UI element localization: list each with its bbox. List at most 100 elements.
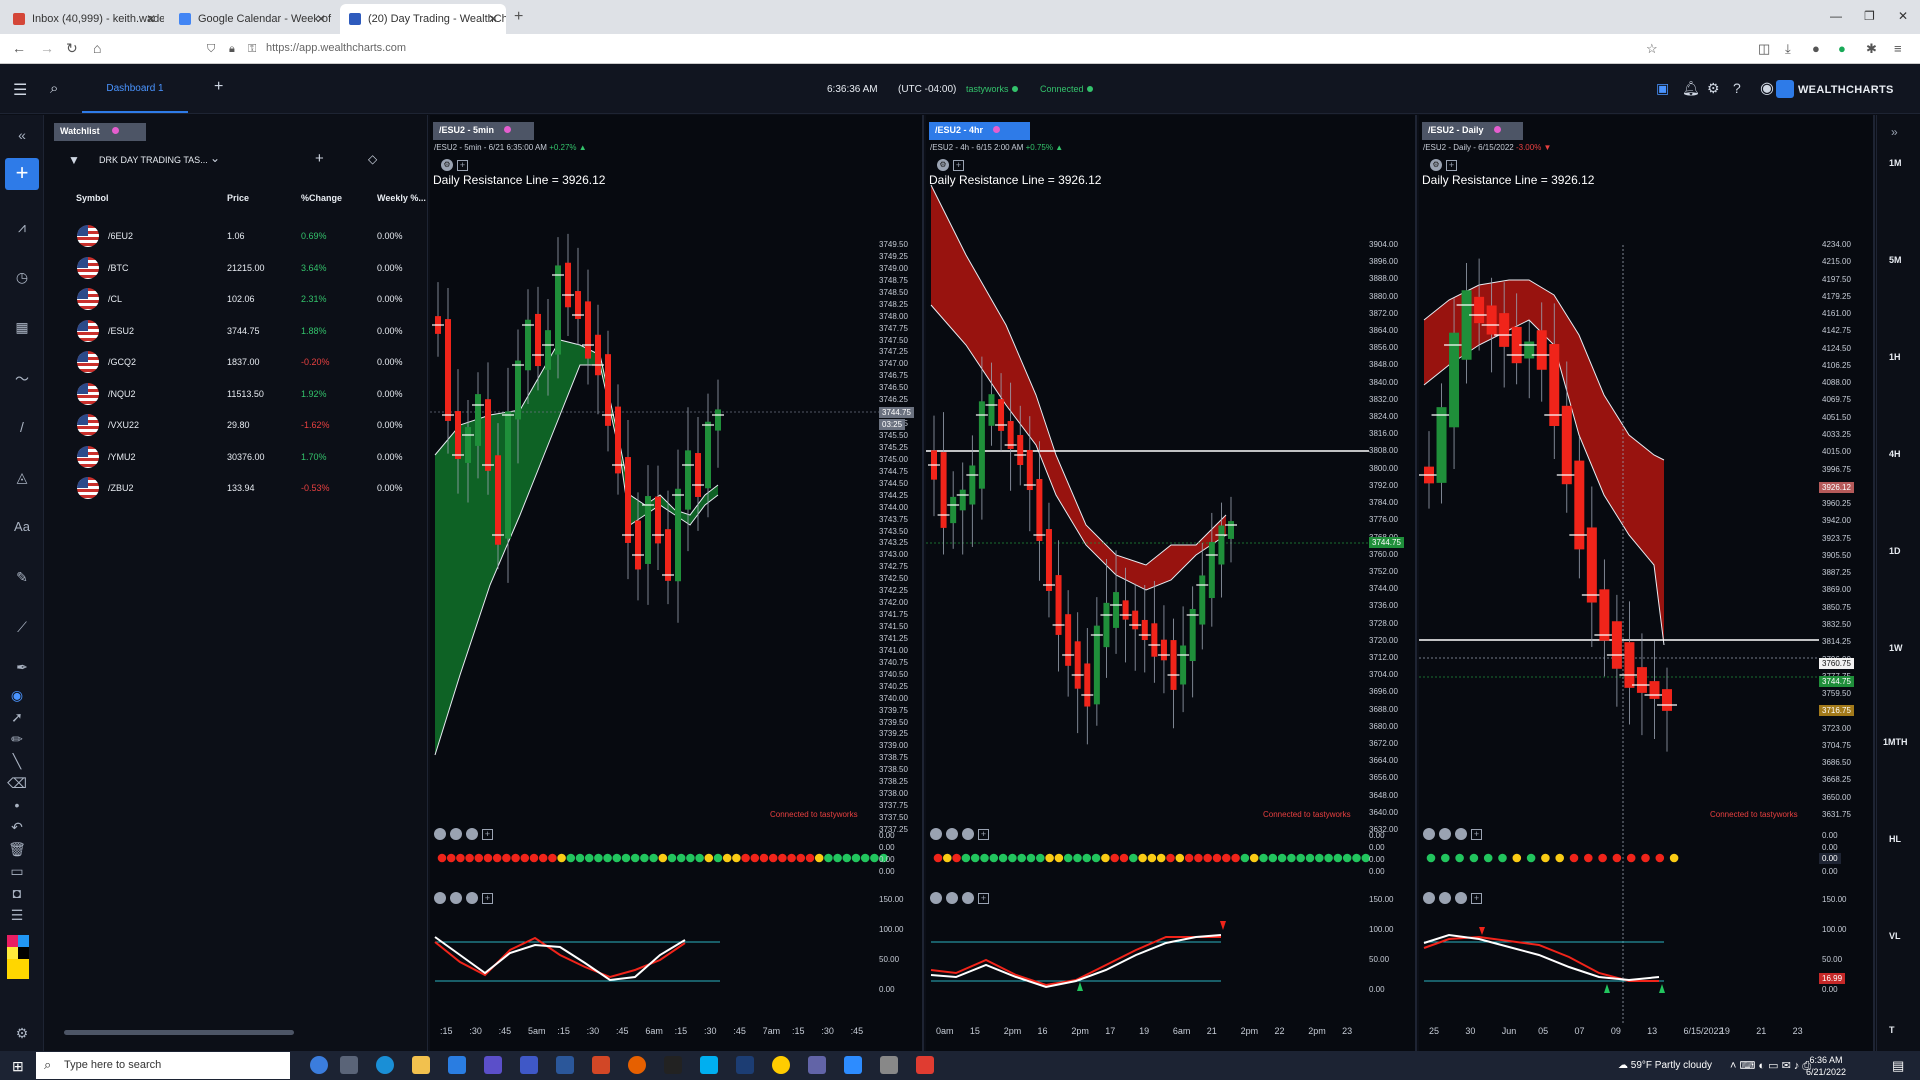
- reload-icon[interactable]: ↻: [66, 40, 78, 57]
- trash-icon[interactable]: 🗑︎: [6, 841, 28, 861]
- chart-canvas[interactable]: [1419, 115, 1875, 1051]
- add-indicator-icon[interactable]: +: [978, 829, 989, 840]
- watchlist-row[interactable]: /ESU2 3744.75 1.88% 0.00%: [44, 314, 428, 345]
- url-field[interactable]: https://app.wealthcharts.com: [266, 42, 406, 54]
- pocket-icon[interactable]: ◫: [1758, 41, 1770, 57]
- save-icon[interactable]: ▣: [1656, 80, 1669, 97]
- mail-icon[interactable]: [448, 1056, 466, 1074]
- close-icon[interactable]: ✕: [488, 12, 498, 26]
- add-button[interactable]: +: [5, 158, 39, 190]
- edge-icon[interactable]: [376, 1056, 394, 1074]
- watchlist-row[interactable]: /NQU2 11513.50 1.92% 0.00%: [44, 377, 428, 408]
- back-icon[interactable]: ←: [12, 40, 26, 56]
- extension-icon[interactable]: ✱: [1866, 41, 1877, 57]
- settings-icon[interactable]: [1423, 828, 1435, 840]
- toggle-hl[interactable]: HL: [1889, 834, 1901, 844]
- add-dashboard-button[interactable]: +: [214, 78, 223, 96]
- clock-icon[interactable]: ◷: [11, 269, 33, 289]
- shapes-icon[interactable]: ◬: [11, 469, 33, 489]
- app-icon[interactable]: [880, 1056, 898, 1074]
- chart-canvas[interactable]: [430, 115, 924, 1051]
- firefox-icon[interactable]: [628, 1056, 646, 1074]
- settings-icon[interactable]: [434, 828, 446, 840]
- toggle-t[interactable]: T: [1889, 1025, 1895, 1035]
- column-header-symbol[interactable]: Symbol: [76, 193, 109, 203]
- chrome-icon[interactable]: [772, 1056, 790, 1074]
- eraser-icon[interactable]: ⌫: [6, 775, 28, 795]
- timeframe-1m[interactable]: 1M: [1889, 158, 1902, 168]
- lock-icon[interactable]: 🔒︎: [229, 43, 235, 56]
- chart-panel-daily[interactable]: /ESU2 - Daily /ESU2 - Daily - 6/15/2022 …: [1419, 115, 1875, 1051]
- screen-icon[interactable]: ▭: [6, 863, 28, 883]
- app-icon[interactable]: [664, 1056, 682, 1074]
- app-icon[interactable]: [916, 1056, 934, 1074]
- visibility-icon[interactable]: [946, 892, 958, 904]
- download-icon[interactable]: ⤓: [1785, 41, 1791, 57]
- watchlist-row[interactable]: /GCQ2 1837.00 -0.20% 0.00%: [44, 345, 428, 376]
- teams-icon[interactable]: [520, 1056, 538, 1074]
- chart-type-icon[interactable]: ⩘: [11, 219, 33, 239]
- watchlist-selector[interactable]: DRK DAY TRADING TAS...: [99, 155, 208, 165]
- bell-icon[interactable]: 🔔︎: [1682, 80, 1700, 97]
- skype-icon[interactable]: [700, 1056, 718, 1074]
- undo-icon[interactable]: ↶: [6, 819, 28, 839]
- timezone[interactable]: (UTC -04:00): [898, 84, 956, 95]
- dot-icon[interactable]: •: [6, 797, 28, 817]
- window-close-icon[interactable]: ✕: [1898, 9, 1908, 23]
- powerpoint-icon[interactable]: [592, 1056, 610, 1074]
- expand-icon[interactable]: »: [1891, 125, 1898, 139]
- pencil-icon[interactable]: ✏: [6, 731, 28, 751]
- watchlist-row[interactable]: /CL 102.06 2.31% 0.00%: [44, 282, 428, 313]
- add-indicator-icon[interactable]: +: [482, 829, 493, 840]
- chevron-down-icon[interactable]: ⌄: [210, 151, 220, 165]
- line-icon[interactable]: ╲: [6, 753, 28, 773]
- close-icon[interactable]: [962, 828, 974, 840]
- text-tool-icon[interactable]: Aa: [11, 519, 33, 539]
- taskbar-search-input[interactable]: ⌕ Type here to search: [36, 1052, 290, 1079]
- watchlist-row[interactable]: /BTC 21215.00 3.64% 0.00%: [44, 251, 428, 282]
- timeframe-5m[interactable]: 5M: [1889, 255, 1902, 265]
- permissions-icon[interactable]: ⚿: [248, 43, 256, 56]
- visibility-icon[interactable]: [1439, 828, 1451, 840]
- weather-widget[interactable]: ☁ 59°F Partly cloudy: [1618, 1060, 1712, 1071]
- watchlist-row[interactable]: /VXU22 29.80 -1.62% 0.00%: [44, 408, 428, 439]
- watchlist-row[interactable]: /ZBU2 133.94 -0.53% 0.00%: [44, 471, 428, 502]
- horizontal-scrollbar[interactable]: [64, 1030, 294, 1035]
- teams-icon[interactable]: [808, 1056, 826, 1074]
- new-tab-button[interactable]: +: [514, 8, 523, 26]
- close-icon[interactable]: [1455, 892, 1467, 904]
- pointer-icon[interactable]: ➚: [6, 709, 28, 729]
- minimize-icon[interactable]: —: [1830, 9, 1842, 23]
- watchlist-row[interactable]: /YMU2 30376.00 1.70% 0.00%: [44, 440, 428, 471]
- browser-tab-wealthcharts[interactable]: (20) Day Trading - WealthCharts ✕: [340, 4, 506, 34]
- calendar-icon[interactable]: ▦: [11, 319, 33, 339]
- column-header-price[interactable]: Price: [227, 193, 249, 203]
- chart-canvas[interactable]: [926, 115, 1417, 1051]
- timeframe-4h[interactable]: 4H: [1889, 449, 1901, 459]
- watchlist-row[interactable]: /6EU2 1.06 0.69% 0.00%: [44, 219, 428, 250]
- collapse-icon[interactable]: «: [11, 127, 33, 147]
- trendline-icon[interactable]: /: [11, 419, 33, 439]
- bookmark-star-icon[interactable]: ☆: [1646, 41, 1658, 57]
- close-icon[interactable]: ✕: [146, 12, 156, 26]
- extension-icon[interactable]: ●: [1812, 41, 1820, 56]
- visibility-icon[interactable]: [450, 828, 462, 840]
- color-swatch[interactable]: [7, 959, 29, 979]
- timeframe-1mth[interactable]: 1MTH: [1883, 737, 1908, 747]
- indicator-icon[interactable]: 〜: [11, 369, 33, 389]
- close-icon[interactable]: [962, 892, 974, 904]
- add-indicator-icon[interactable]: +: [978, 893, 989, 904]
- tag-icon[interactable]: ◇: [368, 152, 377, 166]
- windows-start-icon[interactable]: ⊞: [12, 1058, 24, 1075]
- taskbar-clock[interactable]: 6:36 AM 6/21/2022: [1806, 1054, 1846, 1078]
- settings-icon[interactable]: [1423, 892, 1435, 904]
- grammarly-icon[interactable]: ●: [1838, 41, 1846, 56]
- close-icon[interactable]: [466, 892, 478, 904]
- brush-icon[interactable]: ✎: [11, 569, 33, 589]
- column-header-change[interactable]: %Change: [301, 193, 342, 203]
- word-icon[interactable]: [556, 1056, 574, 1074]
- system-tray[interactable]: ˄ ⌨ ◐ ▭ ✉ ♪ ⎙: [1730, 1059, 1811, 1073]
- gear-icon[interactable]: ⚙: [1707, 80, 1720, 97]
- camera-icon[interactable]: ◘: [6, 885, 28, 905]
- column-header-weekly[interactable]: Weekly %...: [377, 193, 426, 203]
